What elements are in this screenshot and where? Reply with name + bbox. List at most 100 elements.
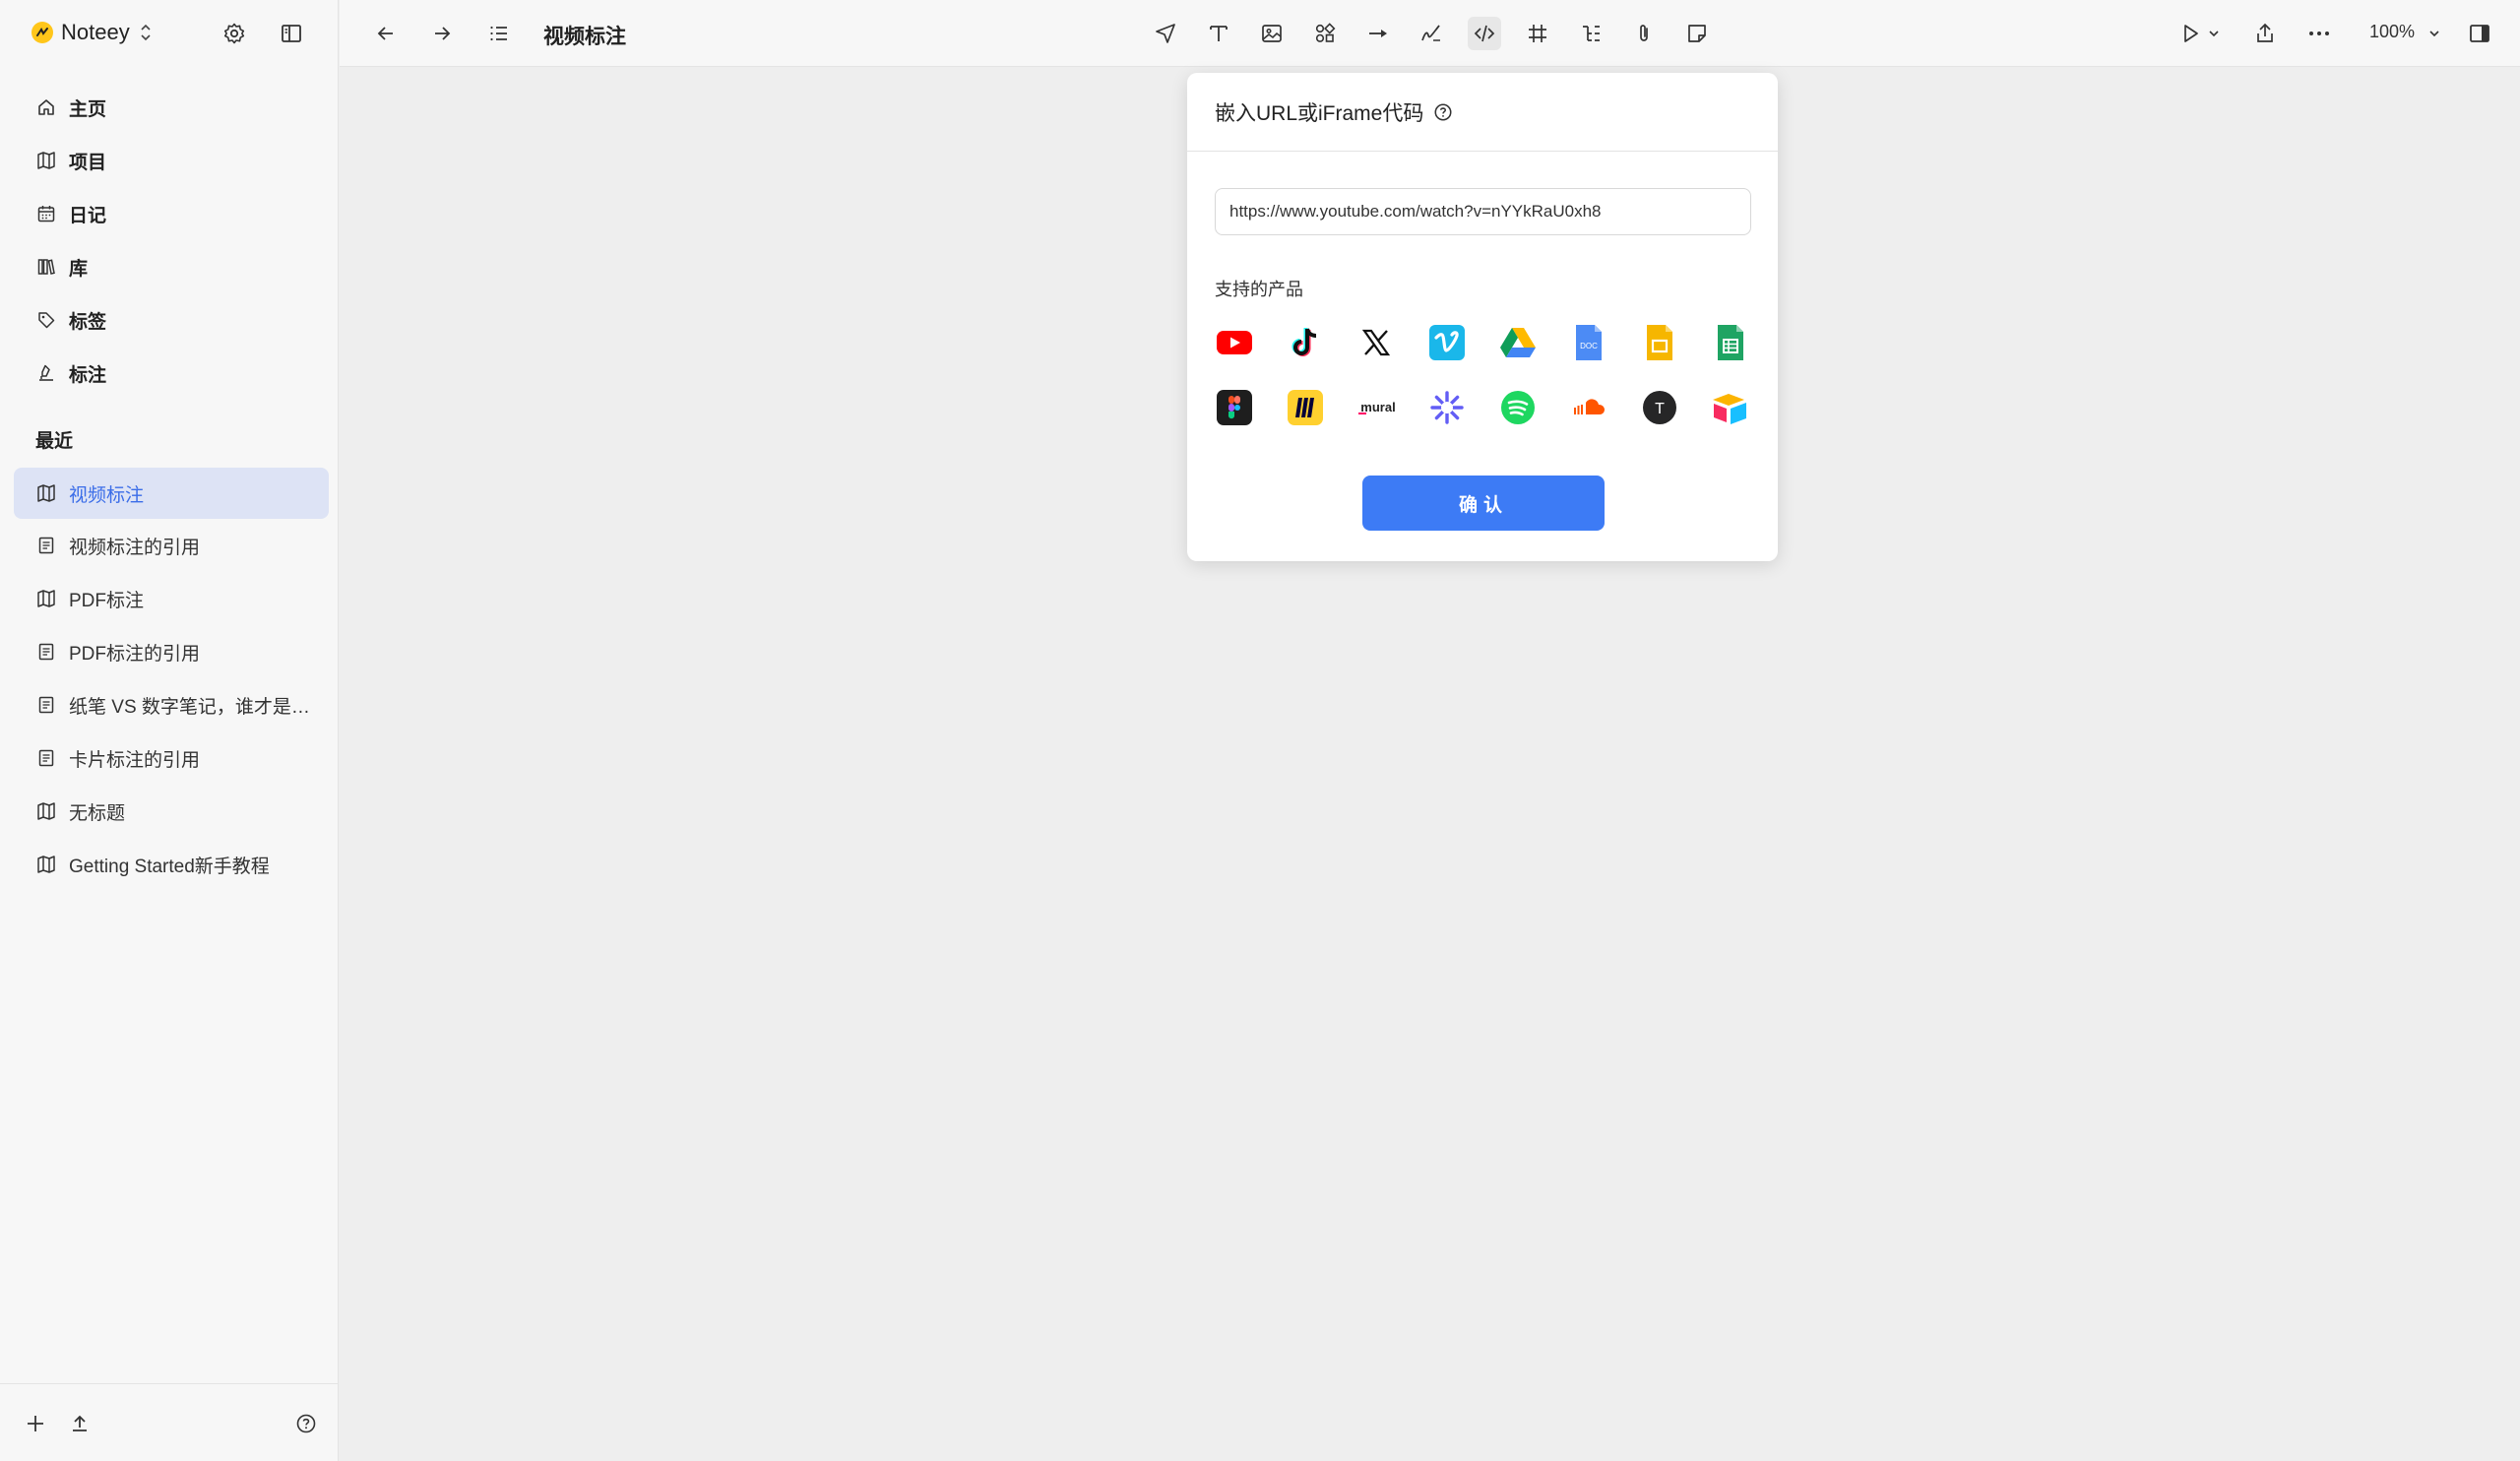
google-docs-icon[interactable]: DOC xyxy=(1569,323,1608,362)
play-presentation-icon[interactable] xyxy=(2174,17,2207,50)
nav-item-journal[interactable]: 日记 xyxy=(14,189,329,238)
nav-item-library[interactable]: 库 xyxy=(14,242,329,291)
pen-draw-icon[interactable] xyxy=(1415,17,1448,50)
library-icon xyxy=(35,256,57,278)
frame-hash-icon[interactable] xyxy=(1521,17,1554,50)
forward-arrow-icon[interactable] xyxy=(425,17,459,50)
soundcloud-icon[interactable] xyxy=(1569,388,1612,427)
recent-item-label: PDF标注的引用 xyxy=(69,643,201,665)
help-circle-icon[interactable] xyxy=(1433,102,1453,122)
embed-code-icon[interactable] xyxy=(1468,17,1501,50)
recent-item-label: 视频标注的引用 xyxy=(69,537,201,558)
recent-item[interactable]: PDF标注的引用 xyxy=(14,627,329,676)
recent-item-label: 卡片标注的引用 xyxy=(69,749,201,771)
image-tool-icon[interactable] xyxy=(1255,17,1289,50)
text-tool-icon[interactable] xyxy=(1202,17,1235,50)
document-icon xyxy=(35,694,57,716)
airtable-icon[interactable] xyxy=(1711,388,1750,427)
plus-icon[interactable] xyxy=(20,1408,51,1439)
google-sheets-icon[interactable] xyxy=(1711,323,1750,362)
mindmap-icon[interactable] xyxy=(1574,17,1607,50)
mural-label: mural xyxy=(1360,400,1395,414)
recent-item-label: 视频标注 xyxy=(69,484,145,506)
recent-item[interactable]: 无标题 xyxy=(14,787,329,836)
sidebar-toggle-icon[interactable] xyxy=(276,18,307,49)
typeform-label: T xyxy=(1655,401,1665,417)
tag-icon xyxy=(35,309,57,331)
map-icon xyxy=(35,482,57,504)
recent-item-label: 无标题 xyxy=(69,802,126,824)
recent-item[interactable]: 纸笔 VS 数字笔记，谁才是最... xyxy=(14,680,329,730)
google-slides-icon[interactable] xyxy=(1640,323,1679,362)
map-icon xyxy=(35,150,57,171)
nav-item-label: 标签 xyxy=(69,311,107,333)
outline-list-icon[interactable] xyxy=(482,17,516,50)
recent-item[interactable]: 视频标注的引用 xyxy=(14,521,329,570)
supported-products-title: 支持的产品 xyxy=(1215,280,1303,299)
share-export-icon[interactable] xyxy=(2248,17,2282,50)
confirm-button[interactable]: 确认 xyxy=(1362,476,1605,531)
miro-icon[interactable] xyxy=(1286,388,1325,427)
back-arrow-icon[interactable] xyxy=(369,17,403,50)
google-docs-label: DOC xyxy=(1580,342,1598,350)
nav-item-label: 库 xyxy=(69,258,89,280)
google-drive-icon[interactable] xyxy=(1498,323,1538,362)
spotify-icon[interactable] xyxy=(1498,388,1538,427)
highlighter-icon xyxy=(35,362,57,384)
gear-icon[interactable] xyxy=(219,18,250,49)
recent-item-label: PDF标注 xyxy=(69,590,145,611)
document-title[interactable]: 视频标注 xyxy=(543,21,626,50)
nav-item-annotations[interactable]: 标注 xyxy=(14,349,329,398)
workspace-name: Noteey xyxy=(61,20,130,44)
recent-item[interactable]: 视频标注 xyxy=(14,468,329,519)
recent-section-title: 最近 xyxy=(35,431,74,452)
workspace-switcher[interactable]: Noteey xyxy=(32,18,154,47)
zoom-level[interactable]: 100% xyxy=(2369,22,2415,42)
sidebar-footer xyxy=(0,1383,339,1461)
figma-icon[interactable] xyxy=(1215,388,1254,427)
embed-dialog-title: 嵌入URL或iFrame代码 xyxy=(1215,101,1424,125)
recent-item[interactable]: PDF标注 xyxy=(14,574,329,623)
map-icon xyxy=(35,854,57,875)
typeform-icon[interactable]: T xyxy=(1640,388,1679,427)
noteey-logo-icon xyxy=(32,22,53,43)
top-toolbar: 视频标注 100% xyxy=(340,0,2520,67)
nav-item-label: 主页 xyxy=(69,98,107,120)
select-pointer-icon[interactable] xyxy=(1149,17,1182,50)
right-panel-toggle-icon[interactable] xyxy=(2463,17,2496,50)
chevron-down-icon[interactable] xyxy=(2203,17,2225,50)
embed-url-input[interactable] xyxy=(1215,188,1751,235)
x-twitter-icon[interactable] xyxy=(1356,323,1396,362)
nav-item-label: 项目 xyxy=(69,152,107,173)
recent-item[interactable]: Getting Started新手教程 xyxy=(14,840,329,889)
tiktok-icon[interactable] xyxy=(1286,323,1325,362)
loom-icon[interactable] xyxy=(1427,388,1467,427)
nav-item-label: 标注 xyxy=(69,364,107,386)
chevron-updown-icon xyxy=(138,22,154,43)
nav-item-tags[interactable]: 标签 xyxy=(14,295,329,345)
recent-item-label: Getting Started新手教程 xyxy=(69,856,270,877)
mural-icon[interactable]: mural xyxy=(1356,388,1400,427)
youtube-icon[interactable] xyxy=(1215,323,1254,362)
nav-item-label: 日记 xyxy=(69,205,107,226)
document-icon xyxy=(35,641,57,663)
nav-item-projects[interactable]: 项目 xyxy=(14,136,329,185)
embed-dialog-header: 嵌入URL或iFrame代码 xyxy=(1187,73,1778,152)
recent-item[interactable]: 卡片标注的引用 xyxy=(14,733,329,783)
document-icon xyxy=(35,747,57,769)
more-dots-icon[interactable] xyxy=(2302,17,2336,50)
recent-item-label: 纸笔 VS 数字笔记，谁才是最... xyxy=(69,696,315,718)
help-icon[interactable] xyxy=(290,1408,322,1439)
document-icon xyxy=(35,535,57,556)
attachment-clip-icon[interactable] xyxy=(1627,17,1661,50)
chevron-down-icon[interactable] xyxy=(2424,17,2445,50)
nav-item-home[interactable]: 主页 xyxy=(14,83,329,132)
vimeo-icon[interactable] xyxy=(1427,323,1467,362)
calendar-icon xyxy=(35,203,57,224)
embed-dialog: 嵌入URL或iFrame代码 支持的产品 DOC mural xyxy=(1187,73,1778,561)
upload-icon[interactable] xyxy=(64,1408,95,1439)
shapes-tool-icon[interactable] xyxy=(1308,17,1342,50)
connector-arrow-icon[interactable] xyxy=(1361,17,1395,50)
sidebar: Noteey 主页 项目 日记 库 标签 标注 最近 视频标注 视频标注的引用 … xyxy=(0,0,339,1461)
sticky-note-icon[interactable] xyxy=(1680,17,1714,50)
